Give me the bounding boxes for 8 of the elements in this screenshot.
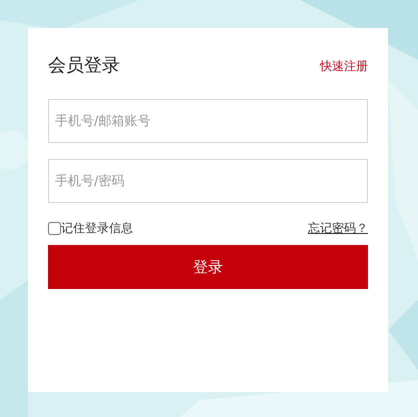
panel-title: 会员登录 <box>48 54 120 78</box>
remember-checkbox[interactable] <box>48 222 61 234</box>
input-field[interactable]: 手机号/密码 <box>48 159 368 203</box>
input-field[interactable]: 手机号/邮箱账号 <box>48 99 368 143</box>
register-link[interactable]: 快速注册 <box>320 56 368 74</box>
login-button[interactable]: 登录 <box>48 245 368 289</box>
forgot-password-link[interactable]: 忘记密码？ <box>308 219 368 237</box>
remember-label: 记住登录信息 <box>61 220 133 237</box>
